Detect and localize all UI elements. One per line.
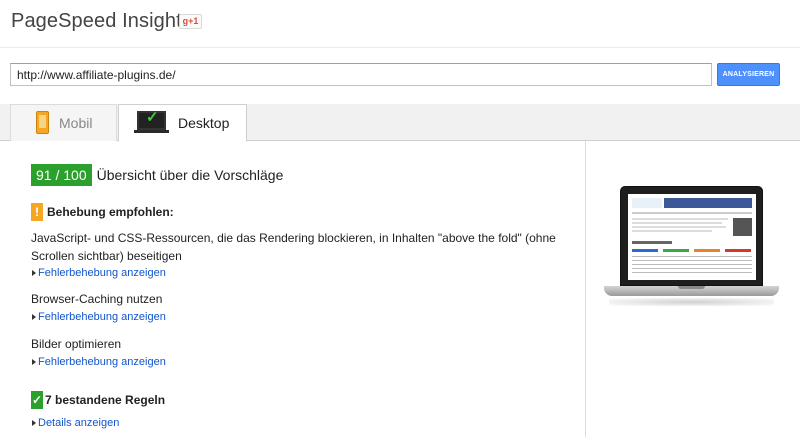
passed-rules-title: 7 bestandene Regeln bbox=[45, 393, 166, 407]
exclamation-icon: ! bbox=[31, 203, 43, 221]
summary-title: Übersicht über die Vorschläge bbox=[96, 167, 284, 183]
preview-list bbox=[632, 268, 752, 269]
results-panel: 91 / 100 Übersicht über die Vorschläge !… bbox=[0, 141, 586, 437]
link-label: Fehlerbehebung anzeigen bbox=[38, 356, 166, 368]
page-header: PageSpeed Insights g+1 bbox=[0, 0, 800, 48]
link-label: Fehlerbehebung anzeigen bbox=[38, 311, 166, 323]
link-label: Details anzeigen bbox=[38, 417, 120, 429]
show-fix-link-render-blocking[interactable]: Fehlerbehebung anzeigen bbox=[32, 267, 166, 279]
rule-render-blocking: JavaScript- und CSS-Ressourcen, die das … bbox=[31, 231, 556, 263]
triangle-right-icon bbox=[32, 359, 36, 365]
monitor-stand bbox=[134, 130, 169, 133]
preview-list bbox=[632, 264, 752, 265]
preview-text bbox=[632, 230, 712, 232]
laptop-notch bbox=[678, 286, 705, 289]
show-details-link[interactable]: Details anzeigen bbox=[32, 417, 119, 429]
tab-mobile-label: Mobil bbox=[59, 115, 93, 131]
preview-logo bbox=[632, 198, 662, 208]
preview-nav bbox=[632, 212, 752, 214]
link-label: Fehlerbehebung anzeigen bbox=[38, 267, 166, 279]
rule-optimize-images: Bilder optimieren bbox=[31, 337, 122, 351]
laptop-shadow bbox=[609, 298, 774, 306]
triangle-right-icon bbox=[32, 420, 36, 426]
triangle-right-icon bbox=[32, 270, 36, 276]
score-badge: 91 / 100 bbox=[31, 164, 92, 186]
preview-list bbox=[632, 272, 752, 273]
preview-photo bbox=[733, 218, 752, 236]
preview-text bbox=[632, 222, 722, 224]
device-tabs: Mobil ✓ Desktop bbox=[0, 104, 800, 142]
page-preview bbox=[628, 194, 756, 280]
warning-title: Behebung empfohlen: bbox=[47, 205, 174, 219]
show-fix-link-browser-caching[interactable]: Fehlerbehebung anzeigen bbox=[32, 311, 166, 323]
preview-column-red bbox=[725, 249, 751, 252]
preview-text bbox=[632, 218, 728, 220]
preview-column-blue bbox=[632, 249, 658, 252]
passed-rules-header: ✓ 7 bestandene Regeln bbox=[31, 391, 165, 409]
show-fix-link-optimize-images[interactable]: Fehlerbehebung anzeigen bbox=[32, 356, 166, 368]
url-search-row: ANALYSIEREN bbox=[0, 48, 800, 104]
tab-mobile[interactable]: Mobil bbox=[10, 104, 117, 141]
preview-list bbox=[632, 256, 752, 257]
checkmark-icon: ✓ bbox=[31, 391, 43, 409]
desktop-preview-screenshot bbox=[604, 186, 779, 314]
preview-column-green bbox=[663, 249, 689, 252]
preview-column-orange bbox=[694, 249, 720, 252]
rule-browser-caching: Browser-Caching nutzen bbox=[31, 292, 163, 306]
app-title: PageSpeed Insights bbox=[11, 10, 192, 32]
tab-desktop-label: Desktop bbox=[178, 115, 230, 131]
url-input[interactable] bbox=[10, 63, 712, 86]
score-summary: 91 / 100 Übersicht über die Vorschläge bbox=[31, 164, 283, 186]
warning-header: ! Behebung empfohlen: bbox=[31, 203, 174, 221]
preview-heading bbox=[632, 241, 672, 244]
triangle-right-icon bbox=[32, 314, 36, 320]
analyze-button[interactable]: ANALYSIEREN bbox=[717, 63, 780, 86]
phone-icon bbox=[36, 111, 49, 134]
preview-banner bbox=[664, 198, 752, 208]
google-plus-one-button[interactable]: g+1 bbox=[179, 14, 202, 29]
preview-text bbox=[632, 226, 726, 228]
preview-list bbox=[632, 260, 752, 261]
monitor-check-icon: ✓ bbox=[137, 110, 166, 130]
laptop-lid bbox=[620, 186, 763, 286]
tab-desktop[interactable]: ✓ Desktop bbox=[118, 104, 247, 142]
